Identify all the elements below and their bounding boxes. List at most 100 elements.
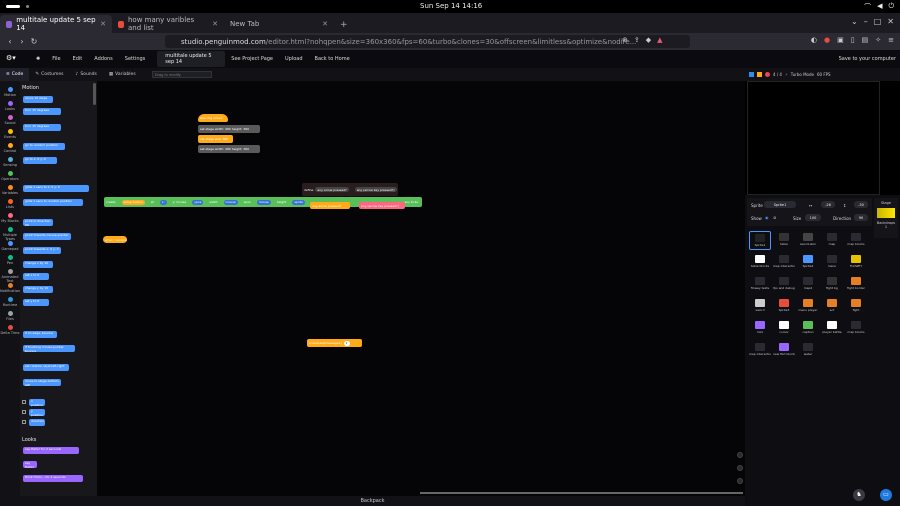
tab-costumes[interactable]: ✎ Costumes xyxy=(29,68,69,81)
new-tab-plus-icon[interactable]: + xyxy=(334,20,354,33)
pause-icon[interactable] xyxy=(757,72,762,77)
os-clock[interactable]: Sun Sep 14 14:16 xyxy=(420,2,482,10)
minimize-icon[interactable]: – xyxy=(864,17,868,26)
category-my-blocks[interactable]: My Blocks xyxy=(0,213,20,223)
palette-block[interactable]: go to x: 0 y: 0 xyxy=(23,157,57,164)
input-chip[interactable]: ypos xyxy=(192,199,204,205)
record-icon[interactable]: ● xyxy=(824,36,830,44)
palette-scrollbar[interactable] xyxy=(93,83,96,105)
palette-block[interactable]: set rotation style left-right xyxy=(23,364,69,371)
category-lists[interactable]: Lists xyxy=(0,199,20,209)
palette-block[interactable]: point towards mouse-pointer xyxy=(23,233,71,240)
receive-block[interactable]: when i receive xyxy=(103,236,127,243)
save-to-computer-button[interactable]: Save to your computer xyxy=(839,56,896,62)
input-chip[interactable]: mouse xyxy=(256,199,271,205)
sprite-tile[interactable]: map xyxy=(821,231,843,250)
palette-block[interactable]: point towards x: 0 y: 0 xyxy=(23,247,61,254)
category-files[interactable]: Files xyxy=(0,311,20,321)
category-control[interactable]: Control xyxy=(0,143,20,153)
input-chip[interactable]: sprite xyxy=(292,199,305,205)
palette-block[interactable]: set y to 0 xyxy=(23,299,49,306)
sprite-tile[interactable]: map interaction xyxy=(749,341,771,360)
reporter-block[interactable]: direction xyxy=(29,419,45,426)
palette-block[interactable]: turn 15 degrees xyxy=(23,108,61,115)
sprite-tile[interactable]: fight bg xyxy=(821,275,843,294)
direction-input[interactable]: 90 xyxy=(854,214,868,221)
brave-shield-icon[interactable]: ◆ xyxy=(646,36,651,44)
inner-operator-block[interactable]: any arrow pressed? xyxy=(310,202,350,209)
category-operators[interactable]: Operators xyxy=(0,171,20,181)
back-to-home-link[interactable]: Back to Home xyxy=(309,56,356,62)
input-chip[interactable]: x: xyxy=(159,199,167,205)
sidebar-icon[interactable]: ▯ xyxy=(851,36,855,44)
sprite-tile[interactable]: fps and debug xyxy=(773,275,795,294)
rewards-triangle-icon[interactable]: ▲ xyxy=(657,36,662,44)
zoom-icon[interactable]: ⊕ xyxy=(622,36,628,44)
category-sensing[interactable]: Sensing xyxy=(0,157,20,167)
tab-multitale[interactable]: multitale update 5 sep 14 ✕ xyxy=(0,15,112,33)
menu-edit[interactable]: Edit xyxy=(67,56,89,62)
puzzle-icon[interactable]: ▣ xyxy=(837,36,844,44)
param-chip[interactable]: any (arrow key pressed?) xyxy=(354,187,397,192)
sprite-tile[interactable]: fight xyxy=(845,297,867,316)
palette-block[interactable]: glide 1 secs to x: 0 y: 0 xyxy=(23,185,89,192)
forward-arrow-icon[interactable]: › xyxy=(16,37,28,46)
code-workspace[interactable]: when flag clicked set stage width: 480 h… xyxy=(97,81,745,496)
category-multiple-types[interactable]: Multiple Types xyxy=(0,227,20,241)
palette-block[interactable]: change y by 10 xyxy=(23,286,53,293)
sprite-tile[interactable]: Sprite1 xyxy=(749,231,771,250)
workspace-indicator[interactable] xyxy=(0,5,29,8)
zoom-out-icon[interactable] xyxy=(737,465,743,471)
sprite-tile[interactable]: map blocks xyxy=(845,319,867,338)
sprite-tile[interactable]: sword xyxy=(749,297,771,316)
palette-block[interactable]: turn 15 degrees xyxy=(23,124,61,131)
reporter-block[interactable]: y position xyxy=(29,409,45,417)
category-variables[interactable]: Variables xyxy=(0,185,20,195)
sprite-tile[interactable]: sword-skin xyxy=(797,231,819,250)
choose-backdrop-icon[interactable]: ▭ xyxy=(880,489,892,501)
palette-block[interactable]: move to stage bottom-left xyxy=(23,379,61,387)
palette-block[interactable]: if touching mouse-pointer bounce xyxy=(23,345,75,353)
palette-block[interactable]: glide 1 secs to random position xyxy=(23,199,83,206)
choose-sprite-icon[interactable]: ♞ xyxy=(853,489,865,501)
palette-block[interactable]: change x by 10 xyxy=(23,261,53,268)
zoom-reset-icon[interactable] xyxy=(737,478,743,484)
see-project-page-button[interactable]: See Project Page xyxy=(225,56,279,62)
penguinmod-logo-icon[interactable]: ⚙▾ xyxy=(6,54,30,64)
sprite-tile[interactable]: FLOWEY xyxy=(845,253,867,272)
palette-looks-block[interactable]: say Hello! for 2 seconds xyxy=(23,447,79,454)
close-icon[interactable]: ✕ xyxy=(322,20,328,28)
category-runtime[interactable]: Runtime xyxy=(0,297,20,307)
extension-icon[interactable]: ◐ xyxy=(811,36,817,44)
category-gamepad[interactable]: Gamepad xyxy=(0,241,20,251)
workspace-horizontal-scrollbar[interactable] xyxy=(420,492,743,494)
category-motion[interactable]: Motion xyxy=(0,87,20,97)
palette-block[interactable]: if on edge, bounce xyxy=(23,331,57,338)
value-chip[interactable]: 1 xyxy=(343,340,350,346)
sprite-tile[interactable]: mini xyxy=(749,319,771,338)
wallet-icon[interactable]: ▤ xyxy=(862,36,869,44)
size-input[interactable]: 100 xyxy=(805,214,821,221)
category-animated-text[interactable]: Animated Text xyxy=(0,269,20,283)
category-sound[interactable]: Sound xyxy=(0,115,20,125)
block-search-input[interactable] xyxy=(151,71,212,78)
leo-icon[interactable]: ✧ xyxy=(875,36,881,44)
sprite-tile[interactable]: Sprite3 xyxy=(773,297,795,316)
sprite-tile[interactable]: menu xyxy=(821,253,843,272)
power-icon[interactable]: ⏻ xyxy=(888,2,894,12)
tab-sounds[interactable]: ♪ Sounds xyxy=(69,68,102,81)
sprite-tile[interactable]: water xyxy=(797,341,819,360)
menu-settings[interactable]: Settings xyxy=(119,56,152,62)
palette-block[interactable]: set x to 0 xyxy=(23,273,49,280)
share-icon[interactable]: ⇪ xyxy=(634,36,640,44)
stage-selector[interactable]: Stage Backdrops 1 xyxy=(874,198,898,238)
sprite-tile[interactable]: fight border xyxy=(845,275,867,294)
palette-checkbox[interactable] xyxy=(22,420,26,424)
input-chip[interactable]: setup button xyxy=(121,199,145,205)
network-icon[interactable]: ⌒ xyxy=(864,2,871,12)
sprite-tile[interactable]: caption xyxy=(797,319,819,338)
stage-canvas[interactable] xyxy=(747,81,880,195)
sprite-tile[interactable]: flowey texts xyxy=(749,275,771,294)
maximize-icon[interactable]: □ xyxy=(874,17,882,26)
input-chip[interactable]: mouse xyxy=(223,199,238,205)
